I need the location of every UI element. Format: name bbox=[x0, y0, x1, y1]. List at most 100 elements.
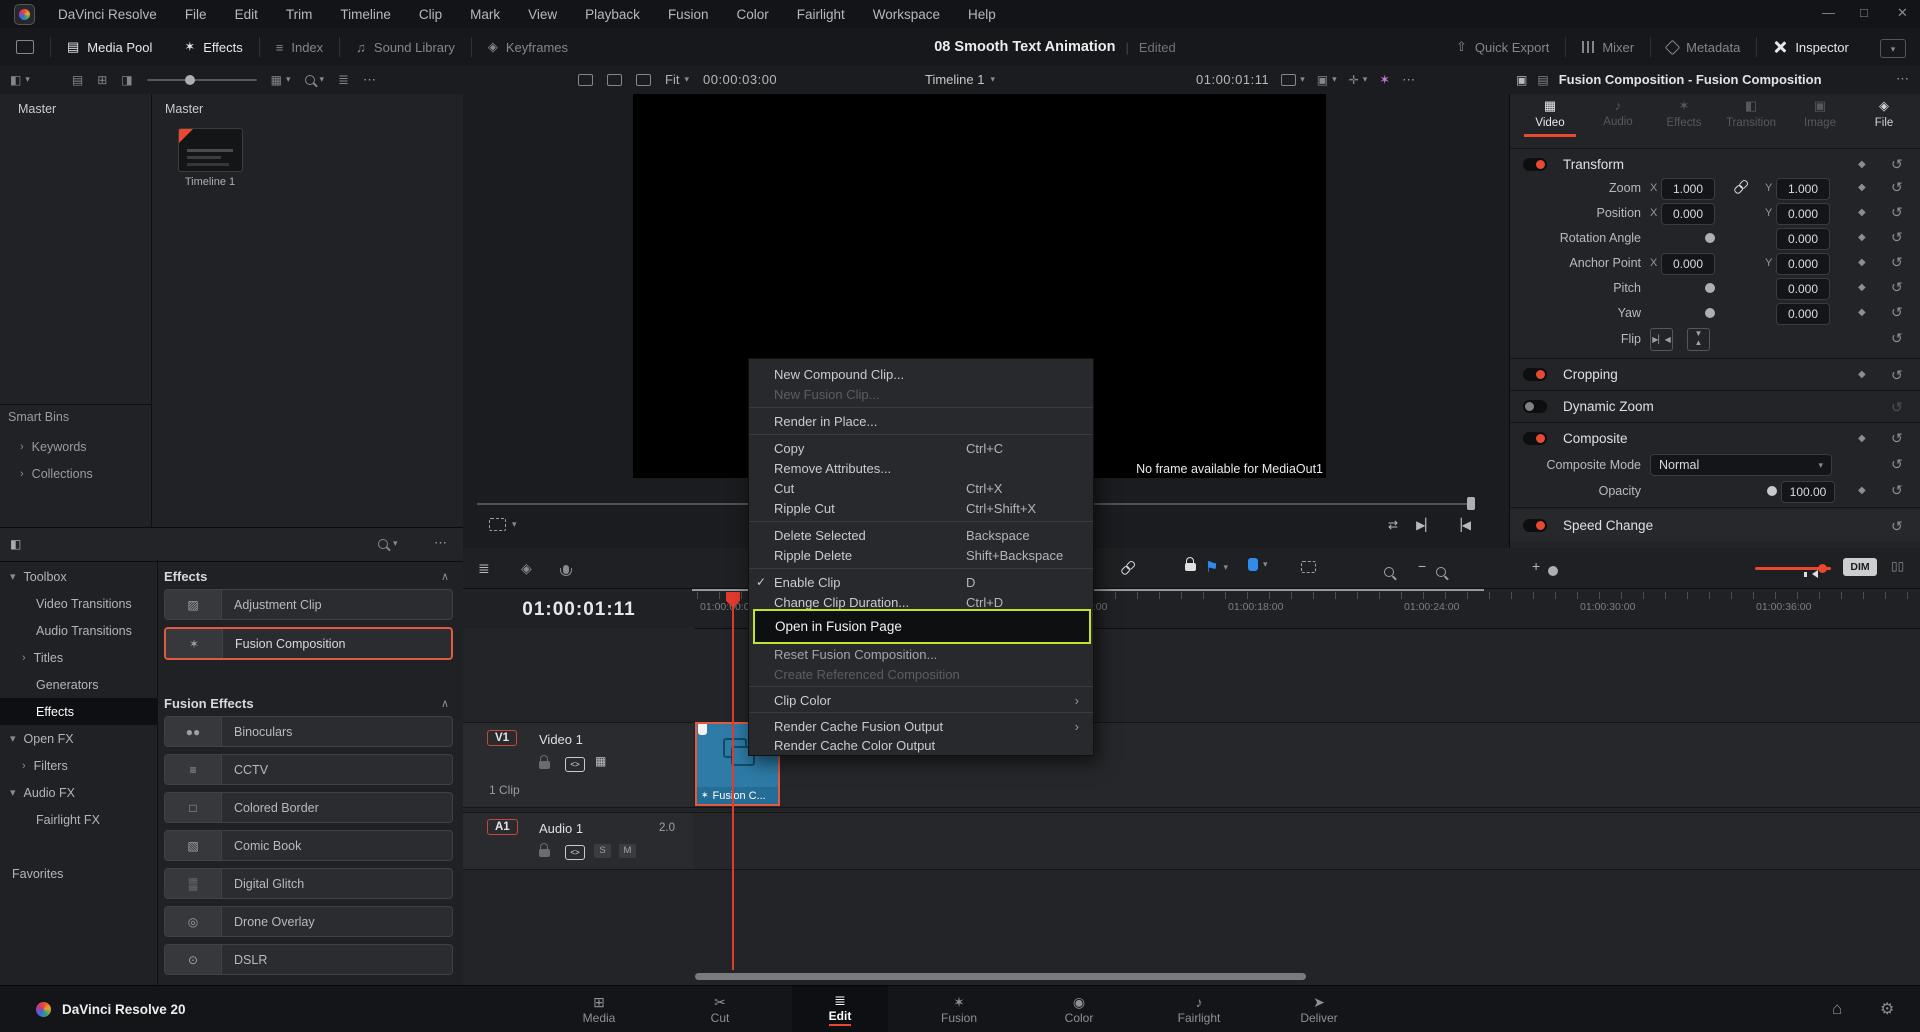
tab-transition[interactable]: ◧ Transition bbox=[1716, 98, 1786, 129]
keyframe-icon[interactable]: ◆ bbox=[1858, 433, 1866, 444]
page-deliver[interactable]: ➤Deliver bbox=[1271, 986, 1367, 1032]
nav-audio-fx[interactable]: ▾Audio FX bbox=[0, 779, 157, 806]
dynamic-zoom-toggle[interactable] bbox=[1523, 400, 1547, 413]
zoom-x-field[interactable]: 1.000 bbox=[1661, 178, 1715, 200]
keyframe-icon[interactable]: ◆ bbox=[1858, 369, 1866, 380]
import-icon[interactable]: ⊞ bbox=[97, 73, 107, 87]
menu-file[interactable]: File bbox=[171, 7, 221, 22]
reset-section-icon[interactable]: ↺ bbox=[1891, 157, 1903, 171]
opacity-field[interactable]: 100.00 bbox=[1781, 481, 1835, 503]
viewer-scale-dropdown[interactable]: ▾ bbox=[1281, 74, 1305, 86]
transform-toggle[interactable] bbox=[1523, 158, 1547, 171]
gang-dropdown[interactable]: ✛▾ bbox=[1349, 73, 1368, 87]
keyframe-icon[interactable]: ◆ bbox=[1858, 207, 1866, 218]
inspector-toggle[interactable]: Inspector bbox=[1757, 40, 1864, 55]
zoom-full-icon[interactable] bbox=[1384, 567, 1394, 577]
flip-horizontal-button[interactable]: ▶▏◀ bbox=[1650, 328, 1673, 351]
grid-view-dropdown[interactable]: ▦▾ bbox=[271, 73, 291, 87]
match-frame-icon[interactable]: ▕◀ bbox=[1453, 518, 1471, 532]
page-color[interactable]: ◉Color bbox=[1031, 986, 1127, 1032]
single-viewer-icon[interactable] bbox=[578, 74, 593, 86]
timeline-panel-icon[interactable]: ▯▯ bbox=[1891, 559, 1904, 573]
linked-selection-icon[interactable] bbox=[1118, 557, 1139, 578]
reset-icon[interactable]: ↺ bbox=[1891, 205, 1903, 219]
mute-button[interactable]: M bbox=[619, 844, 636, 858]
keyframe-icon[interactable]: ◆ bbox=[1858, 159, 1866, 170]
zoom-out-icon[interactable]: − bbox=[1418, 558, 1426, 574]
effect-dslr[interactable]: ⊙DSLR bbox=[164, 944, 453, 975]
keyframe-icon[interactable]: ◆ bbox=[1858, 307, 1866, 318]
effect-adjustment-clip[interactable]: ▨ Adjustment Clip bbox=[164, 589, 453, 620]
track-lock-icon[interactable] bbox=[539, 849, 550, 857]
media-pool-toggle[interactable]: ▤Media Pool bbox=[51, 39, 168, 55]
link-xy-icon[interactable] bbox=[1731, 176, 1752, 197]
stills-icon[interactable]: ▤ bbox=[72, 73, 83, 87]
menu-item-ripple-cut[interactable]: Ripple CutCtrl+Shift+X bbox=[749, 498, 1093, 518]
zoom-detail-icon[interactable] bbox=[1436, 567, 1446, 577]
flag-dropdown[interactable]: ⚑▾ bbox=[1205, 558, 1228, 576]
display-toggle-icon[interactable] bbox=[0, 40, 50, 54]
sound-library-toggle[interactable]: ♫Sound Library bbox=[340, 40, 471, 55]
keyframes-toggle[interactable]: ◈Keyframes bbox=[472, 39, 584, 55]
page-edit[interactable]: ≣Edit bbox=[792, 986, 888, 1032]
position-lock-icon[interactable] bbox=[1185, 563, 1196, 571]
reset-section-icon[interactable]: ↺ bbox=[1891, 368, 1903, 382]
audio-track-name[interactable]: Audio 1 bbox=[539, 821, 583, 836]
cropping-toggle[interactable] bbox=[1523, 368, 1547, 381]
auto-select-icon[interactable]: <> bbox=[565, 845, 585, 860]
effect-fusion-composition[interactable]: ✶ Fusion Composition bbox=[164, 627, 453, 660]
menu-playback[interactable]: Playback bbox=[571, 7, 654, 22]
menu-clip[interactable]: Clip bbox=[405, 7, 456, 22]
voiceover-mic-icon[interactable] bbox=[563, 565, 569, 574]
effects-toggle[interactable]: ✶Effects bbox=[168, 39, 258, 55]
window-minimize-button[interactable]: — bbox=[1822, 5, 1835, 20]
page-fairlight[interactable]: ♪Fairlight bbox=[1151, 986, 1247, 1032]
menu-view[interactable]: View bbox=[514, 7, 571, 22]
yaw-field[interactable]: 0.000 bbox=[1776, 303, 1830, 325]
position-y-field[interactable]: 0.000 bbox=[1776, 203, 1830, 225]
reset-icon[interactable]: ↺ bbox=[1891, 483, 1903, 497]
effect-digital-glitch[interactable]: ▒Digital Glitch bbox=[164, 868, 453, 899]
audio-monitor-icon[interactable] bbox=[1808, 570, 1818, 578]
position-x-field[interactable]: 0.000 bbox=[1661, 203, 1715, 225]
timeline-thumbnail-label[interactable]: Timeline 1 bbox=[160, 176, 260, 188]
bin-view-dropdown[interactable]: ◧▾ bbox=[10, 73, 30, 87]
nav-favorites[interactable]: Favorites bbox=[12, 867, 63, 881]
inspector-list-icon[interactable]: ▤ bbox=[1537, 73, 1548, 87]
sort-icon[interactable]: ≣ bbox=[338, 72, 349, 88]
app-logo-icon[interactable] bbox=[14, 4, 35, 25]
enhanced-viewer-icon[interactable]: ✶ bbox=[1379, 72, 1390, 88]
nav-open-fx[interactable]: ▾Open FX bbox=[0, 725, 157, 752]
thumbnail-size-slider[interactable] bbox=[147, 79, 257, 81]
tab-audio[interactable]: ♪ Audio bbox=[1586, 98, 1650, 128]
anchor-y-field[interactable]: 0.000 bbox=[1776, 253, 1830, 275]
menu-item-enable-clip[interactable]: ✓Enable ClipD bbox=[749, 572, 1093, 592]
loop-icon[interactable]: ⇄ bbox=[1388, 518, 1398, 532]
dynamic-zoom-section-header[interactable]: Dynamic Zoom ↺ bbox=[1510, 391, 1920, 422]
nav-titles[interactable]: ›Titles bbox=[0, 644, 157, 671]
transition-tools-icon[interactable]: ◈ bbox=[521, 560, 532, 577]
zoom-y-field[interactable]: 1.000 bbox=[1776, 178, 1830, 200]
video-track-header[interactable]: V1 Video 1 <> ▦ 1 Clip bbox=[463, 722, 693, 808]
home-icon[interactable]: ⌂ bbox=[1832, 999, 1842, 1019]
viewer-options-icon[interactable]: ⋯ bbox=[1402, 72, 1416, 88]
nav-toolbox[interactable]: ▾Toolbox bbox=[0, 563, 157, 590]
menu-color[interactable]: Color bbox=[722, 7, 782, 22]
tab-effects[interactable]: ✶ Effects bbox=[1652, 98, 1716, 129]
menu-item-new-compound-clip[interactable]: New Compound Clip... bbox=[749, 364, 1093, 384]
effect-comic-book[interactable]: ▧Comic Book bbox=[164, 830, 453, 861]
nav-filters[interactable]: ›Filters bbox=[0, 752, 157, 779]
menu-mark[interactable]: Mark bbox=[456, 7, 514, 22]
video-track-name[interactable]: Video 1 bbox=[539, 732, 583, 747]
menu-item-cut[interactable]: CutCtrl+X bbox=[749, 478, 1093, 498]
page-cut[interactable]: ✂Cut bbox=[672, 986, 768, 1032]
next-frame-icon[interactable]: ▶▏ bbox=[1416, 518, 1434, 532]
playhead-line[interactable] bbox=[732, 596, 734, 970]
selection-zoom-icon[interactable] bbox=[1301, 561, 1316, 573]
smart-bins-header[interactable]: Smart Bins bbox=[8, 410, 69, 424]
menu-fairlight[interactable]: Fairlight bbox=[783, 7, 859, 22]
timeline-thumbnail[interactable] bbox=[178, 128, 243, 172]
menu-app[interactable]: DaVinci Resolve bbox=[44, 7, 171, 22]
reset-icon[interactable]: ↺ bbox=[1891, 255, 1903, 269]
reset-icon[interactable]: ↺ bbox=[1891, 457, 1903, 471]
